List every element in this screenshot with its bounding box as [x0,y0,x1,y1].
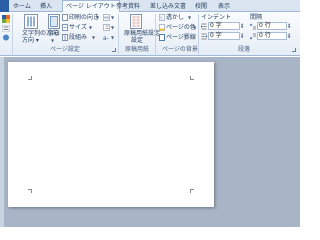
columns-icon [62,34,68,41]
hyphenation-button[interactable]: a- ▼ [103,34,115,42]
margin-corner-top-left [28,76,32,80]
page-borders-button[interactable]: ページ罫線 [159,34,197,42]
tab-insert[interactable]: 挿入 [40,1,52,12]
size-dropdown-icon: ▼ [89,25,93,30]
line-numbers-button[interactable]: ▼ [103,24,115,32]
columns-dropdown-icon: ▼ [92,35,96,40]
tab-view[interactable]: 表示 [218,1,230,12]
page-color-label: ページの色 [166,24,196,31]
page-setup-launcher-icon[interactable] [112,48,116,52]
theme-effects-icon [3,34,9,41]
page-background-group-label: ページの背景 [162,46,198,53]
tab-mailings[interactable]: 差し込み文書 [150,1,186,12]
tab-home[interactable]: ホーム [13,1,31,12]
line-numbers-dropdown-icon: ▼ [111,25,115,30]
page-color-icon [159,24,165,31]
watermark-button[interactable]: A 透かし ▼ [159,14,193,22]
page-setup-group-label: ページ設定 [50,46,80,53]
orientation-label: 印刷の向き [69,14,100,21]
tab-review[interactable]: 校閲 [195,1,207,12]
ribbon: 文字列の方向 方向 ▾ 余白 ▼ 印刷の向き ▼ サイズ ▼ 段組み ▼ ▼ ▼… [0,12,300,56]
separator [118,14,119,54]
paragraph-group-label: 段落 [238,46,251,53]
ribbon-tab-bar: ホーム 挿入 ページ レイアウト 参考資料 差し込み文書 校閲 表示 [0,0,300,13]
margin-corner-bottom-left [28,189,32,193]
text-direction-icon [24,14,38,29]
breaks-button[interactable]: ▼ [103,14,115,22]
size-button[interactable]: サイズ ▼ [62,24,100,32]
indent-left-field[interactable]: 0 字 [208,22,240,30]
separator [155,14,156,54]
columns-button[interactable]: 段組み ▼ [62,34,100,42]
page-color-button[interactable]: ページの色 ▼ [159,24,197,32]
watermark-icon: A [159,14,165,21]
document-page[interactable] [8,62,214,207]
spacing-before-spinner[interactable]: ▲ ▼ [288,23,291,29]
tab-references[interactable]: 参考資料 [116,1,140,12]
file-tab[interactable] [0,0,9,12]
spacing-before-field[interactable]: 0 行 [257,22,287,30]
theme-colors-icon [2,15,10,23]
manuscript-settings-sublabel: 設定 [131,37,144,44]
watermark-label: 透かし [166,14,185,21]
vertical-ruler [0,57,4,227]
manuscript-paper-icon [130,14,142,29]
separator [198,14,199,54]
margins-dropdown-icon: ▼ [51,38,55,43]
indent-right-spinner[interactable]: ▲ ▼ [241,33,244,39]
page-color-dropdown-icon: ▼ [193,25,197,30]
svg-text:a-: a- [103,35,109,41]
orientation-button[interactable]: 印刷の向き ▼ [62,14,100,22]
margins-label: 余白 [48,30,61,37]
manuscript-settings-button[interactable]: 原稿用紙設定 設定 [122,14,160,46]
indent-left-icon [201,23,207,30]
orientation-icon [62,14,68,21]
breaks-dropdown-icon: ▼ [111,15,115,20]
page-borders-label: ページ罫線 [166,34,196,41]
themes-button[interactable] [1,14,11,42]
indent-left-spinner[interactable]: ▲ ▼ [241,23,244,29]
paragraph-launcher-icon[interactable] [292,48,296,52]
text-direction-sublabel: 方向 ▾ [22,37,39,44]
size-icon [62,24,68,31]
hyphenation-icon: a- [103,35,109,41]
spacing-before-icon [250,23,256,30]
indent-right-field[interactable]: 0 字 [208,32,240,40]
page-borders-icon [159,34,165,41]
spacing-after-spinner[interactable]: ▲ ▼ [288,33,291,39]
theme-fonts-icon [2,25,10,32]
spacing-after-field[interactable]: 0 行 [257,32,287,40]
margin-corner-bottom-right [190,189,194,193]
spacing-label: 間隔 [250,14,263,21]
indent-label: インデント [201,14,232,21]
spacing-after-icon [250,33,256,40]
orientation-dropdown-icon: ▼ [96,15,100,20]
text-direction-button[interactable]: 文字列の方向 方向 ▾ [16,14,58,46]
manuscript-group-label: 原稿用紙 [125,46,150,53]
separator [12,14,13,54]
watermark-dropdown-icon: ▼ [188,15,192,20]
margins-icon [48,14,60,29]
size-label: サイズ [69,24,87,31]
indent-right-icon [201,33,207,40]
breaks-icon [103,14,110,21]
hyphenation-dropdown-icon: ▼ [111,35,115,40]
margins-button[interactable]: 余白 ▼ [47,14,61,46]
margin-corner-top-right [190,76,194,80]
columns-label: 段組み [69,34,88,41]
line-numbers-icon [103,24,110,31]
